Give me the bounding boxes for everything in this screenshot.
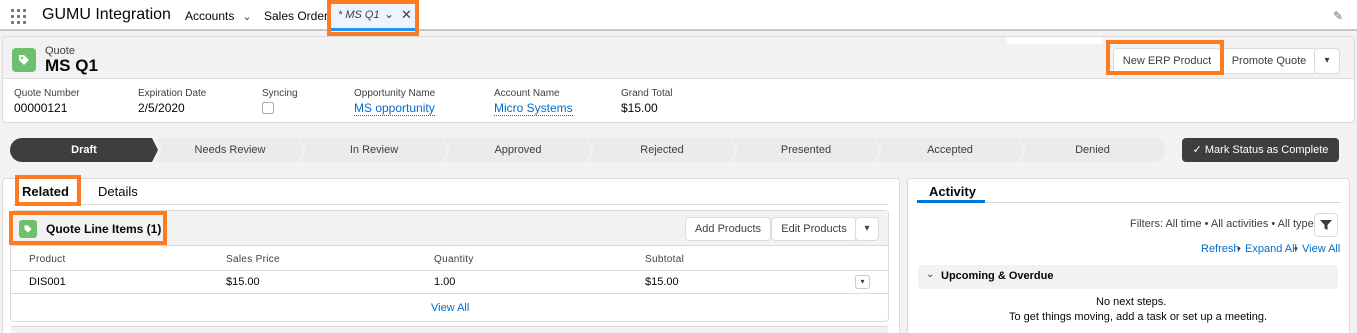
column-header-product: Product [29, 254, 66, 265]
column-header-sales-price: Sales Price [226, 254, 280, 265]
promote-quote-button[interactable]: Promote Quote [1221, 48, 1317, 74]
nav-item-label: Accounts [185, 9, 235, 23]
chevron-down-icon: ⌄ [926, 269, 935, 280]
separator-dot: • [1294, 243, 1298, 255]
refresh-link[interactable]: Refresh [1201, 243, 1240, 255]
sales-price-cell: $15.00 [226, 276, 260, 288]
tab-activity[interactable]: Activity [929, 184, 976, 199]
mark-status-complete-button[interactable]: ✓ Mark Status as Complete [1182, 138, 1339, 162]
product-link[interactable]: DIS001 [29, 276, 66, 288]
chevron-down-icon[interactable]: ⌄ [242, 10, 251, 23]
view-all-activity-link[interactable]: View All [1302, 243, 1340, 255]
path-step-draft[interactable]: Draft [10, 138, 158, 162]
highlight-box [327, 0, 419, 36]
top-nav: GUMU Integration Accounts ⌄ Sales Orders … [0, 0, 1357, 31]
tag-icon [12, 48, 36, 72]
expand-all-link[interactable]: Expand All [1245, 243, 1297, 255]
expiration-date-value: 2/5/2020 [138, 101, 185, 115]
upcoming-overdue-section[interactable]: ⌄ Upcoming & Overdue [918, 265, 1338, 289]
highlight-box [1106, 40, 1224, 75]
pencil-icon[interactable]: ✎ [1333, 9, 1343, 23]
column-header-subtotal: Subtotal [645, 254, 685, 265]
check-icon: ✓ [1192, 144, 1202, 156]
filter-icon [1320, 220, 1332, 230]
divider [1007, 37, 1103, 44]
nav-item-label: Sales Orders [264, 9, 335, 23]
opportunity-name-label: Opportunity Name [354, 88, 436, 99]
activity-filters[interactable]: Filters: All time • All activities • All… [1130, 218, 1319, 230]
highlight-box [15, 175, 81, 206]
row-actions-button[interactable]: ▾ [855, 275, 870, 289]
no-steps-hint: To get things moving, add a task or set … [1009, 311, 1268, 323]
grand-total-label: Grand Total [621, 88, 673, 99]
divider [11, 270, 888, 271]
quote-number-label: Quote Number [14, 88, 80, 99]
view-all-link[interactable]: View All [431, 302, 469, 314]
add-products-button[interactable]: Add Products [685, 217, 771, 241]
path-step-accepted[interactable]: Accepted [876, 138, 1024, 162]
account-link[interactable]: Micro Systems [494, 101, 573, 116]
edit-products-button[interactable]: Edit Products [771, 217, 857, 241]
syncing-checkbox [262, 102, 274, 114]
upcoming-title: Upcoming & Overdue [941, 270, 1054, 282]
path-step-rejected[interactable]: Rejected [588, 138, 736, 162]
status-path: Draft Needs Review In Review Approved Re… [10, 138, 1165, 162]
tab-details[interactable]: Details [98, 184, 138, 199]
quote-number-value: 00000121 [14, 101, 68, 115]
path-step-needs-review[interactable]: Needs Review [156, 138, 304, 162]
app-name: GUMU Integration [42, 6, 171, 23]
record-title: MS Q1 [45, 56, 98, 75]
more-actions-button[interactable]: ▾ [1314, 48, 1340, 74]
nav-item-accounts[interactable]: Accounts ⌄ [185, 9, 252, 23]
mark-status-label: Mark Status as Complete [1204, 144, 1329, 156]
path-step-presented[interactable]: Presented [732, 138, 880, 162]
subtotal-cell: $15.00 [645, 276, 679, 288]
account-name-label: Account Name [494, 88, 560, 99]
path-step-denied[interactable]: Denied [1020, 138, 1165, 162]
quantity-cell: 1.00 [434, 276, 456, 288]
grand-total-value: $15.00 [621, 101, 658, 115]
related-list-menu-button[interactable]: ▾ [855, 217, 879, 241]
app-launcher-icon[interactable] [11, 9, 26, 24]
opportunity-link[interactable]: MS opportunity [354, 101, 435, 116]
no-steps-text: No next steps. [1096, 296, 1167, 308]
separator-dot: • [1237, 243, 1241, 255]
divider [11, 293, 888, 294]
filter-button[interactable] [1314, 213, 1338, 237]
active-tab-indicator [917, 200, 985, 203]
path-step-approved[interactable]: Approved [444, 138, 592, 162]
expiration-date-label: Expiration Date [138, 88, 207, 99]
highlight-box [9, 211, 167, 245]
nav-item-sales-orders[interactable]: Sales Orders [264, 9, 334, 23]
path-step-in-review[interactable]: In Review [300, 138, 448, 162]
column-header-quantity: Quantity [434, 254, 474, 265]
syncing-label: Syncing [262, 88, 298, 99]
divider [13, 204, 888, 205]
next-related-list [11, 326, 888, 333]
